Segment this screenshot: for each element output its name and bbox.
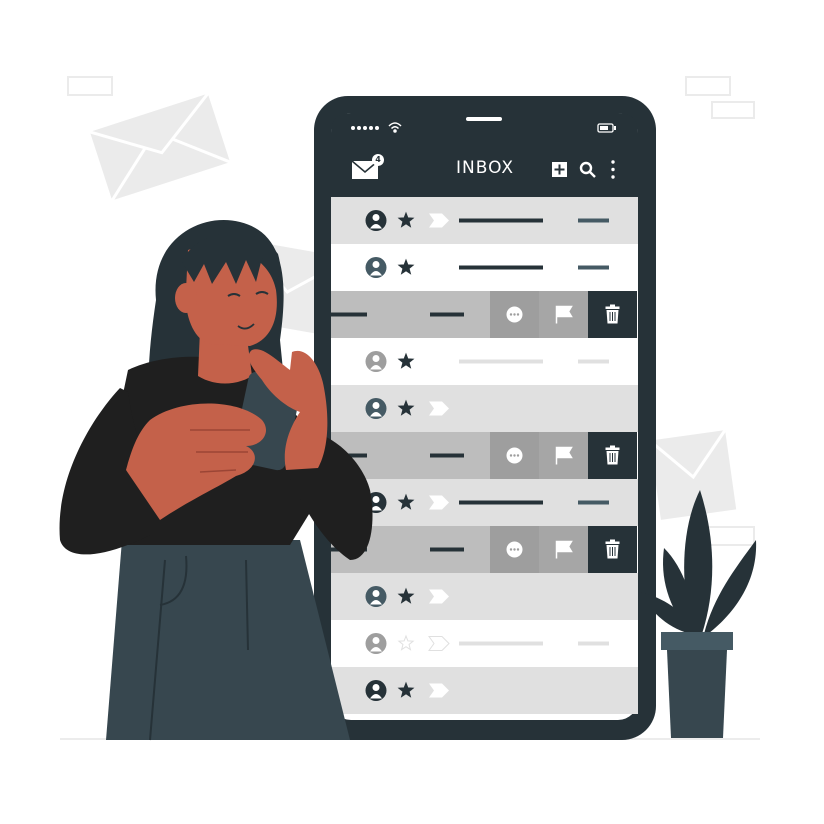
phone <box>314 96 656 740</box>
date-line <box>578 359 609 364</box>
subject-line <box>459 688 543 693</box>
flag-action-button[interactable] <box>539 291 588 338</box>
row-line <box>430 453 464 458</box>
compose-icon <box>552 162 567 177</box>
trash-action-button[interactable] <box>588 291 637 338</box>
subject-line <box>459 641 543 646</box>
email-row[interactable] <box>331 573 638 620</box>
envelope-icon <box>648 429 737 520</box>
more-action-button[interactable] <box>490 432 539 479</box>
email-row[interactable] <box>331 338 638 385</box>
subject-line <box>459 500 543 505</box>
envelope-icon <box>89 92 231 202</box>
email-row[interactable] <box>331 667 638 714</box>
avatar <box>365 398 387 419</box>
email-row[interactable] <box>331 197 638 244</box>
swiped-email-row[interactable] <box>331 291 637 338</box>
swiped-email-row[interactable] <box>331 526 637 573</box>
avatar <box>365 633 387 654</box>
avatar <box>365 257 387 278</box>
email-row[interactable] <box>331 385 638 432</box>
avatar <box>365 210 387 231</box>
row-line <box>331 312 367 317</box>
email-row[interactable] <box>331 620 638 667</box>
swiped-email-row[interactable] <box>331 432 637 479</box>
avatar <box>365 586 387 607</box>
email-row[interactable] <box>331 479 638 526</box>
subject-line <box>459 406 543 411</box>
more-action-button[interactable] <box>490 526 539 573</box>
more-vert-icon <box>611 160 615 179</box>
more-action-button[interactable] <box>490 291 539 338</box>
row-line <box>430 312 464 317</box>
page-title: INBOX <box>455 158 515 178</box>
subject-line <box>459 594 543 599</box>
avatar <box>365 680 387 701</box>
subject-line <box>459 265 543 270</box>
date-line <box>578 406 609 411</box>
date-line <box>578 265 609 270</box>
row-line <box>430 547 464 552</box>
unread-badge: 4 <box>372 154 384 166</box>
trash-icon <box>605 304 620 324</box>
trash-action-button[interactable] <box>588 432 637 479</box>
trash-icon <box>605 445 620 465</box>
trash-action-button[interactable] <box>588 526 637 573</box>
subject-line <box>459 218 543 223</box>
subject-line <box>459 359 543 364</box>
date-line <box>578 218 609 223</box>
flag-action-button[interactable] <box>539 432 588 479</box>
date-line <box>578 688 609 693</box>
flag-action-button[interactable] <box>539 526 588 573</box>
email-row[interactable] <box>331 244 638 291</box>
date-line <box>578 641 609 646</box>
date-line <box>578 500 609 505</box>
trash-icon <box>605 539 620 559</box>
avatar <box>365 351 387 372</box>
date-line <box>578 594 609 599</box>
inbox-illustration <box>59 76 760 741</box>
